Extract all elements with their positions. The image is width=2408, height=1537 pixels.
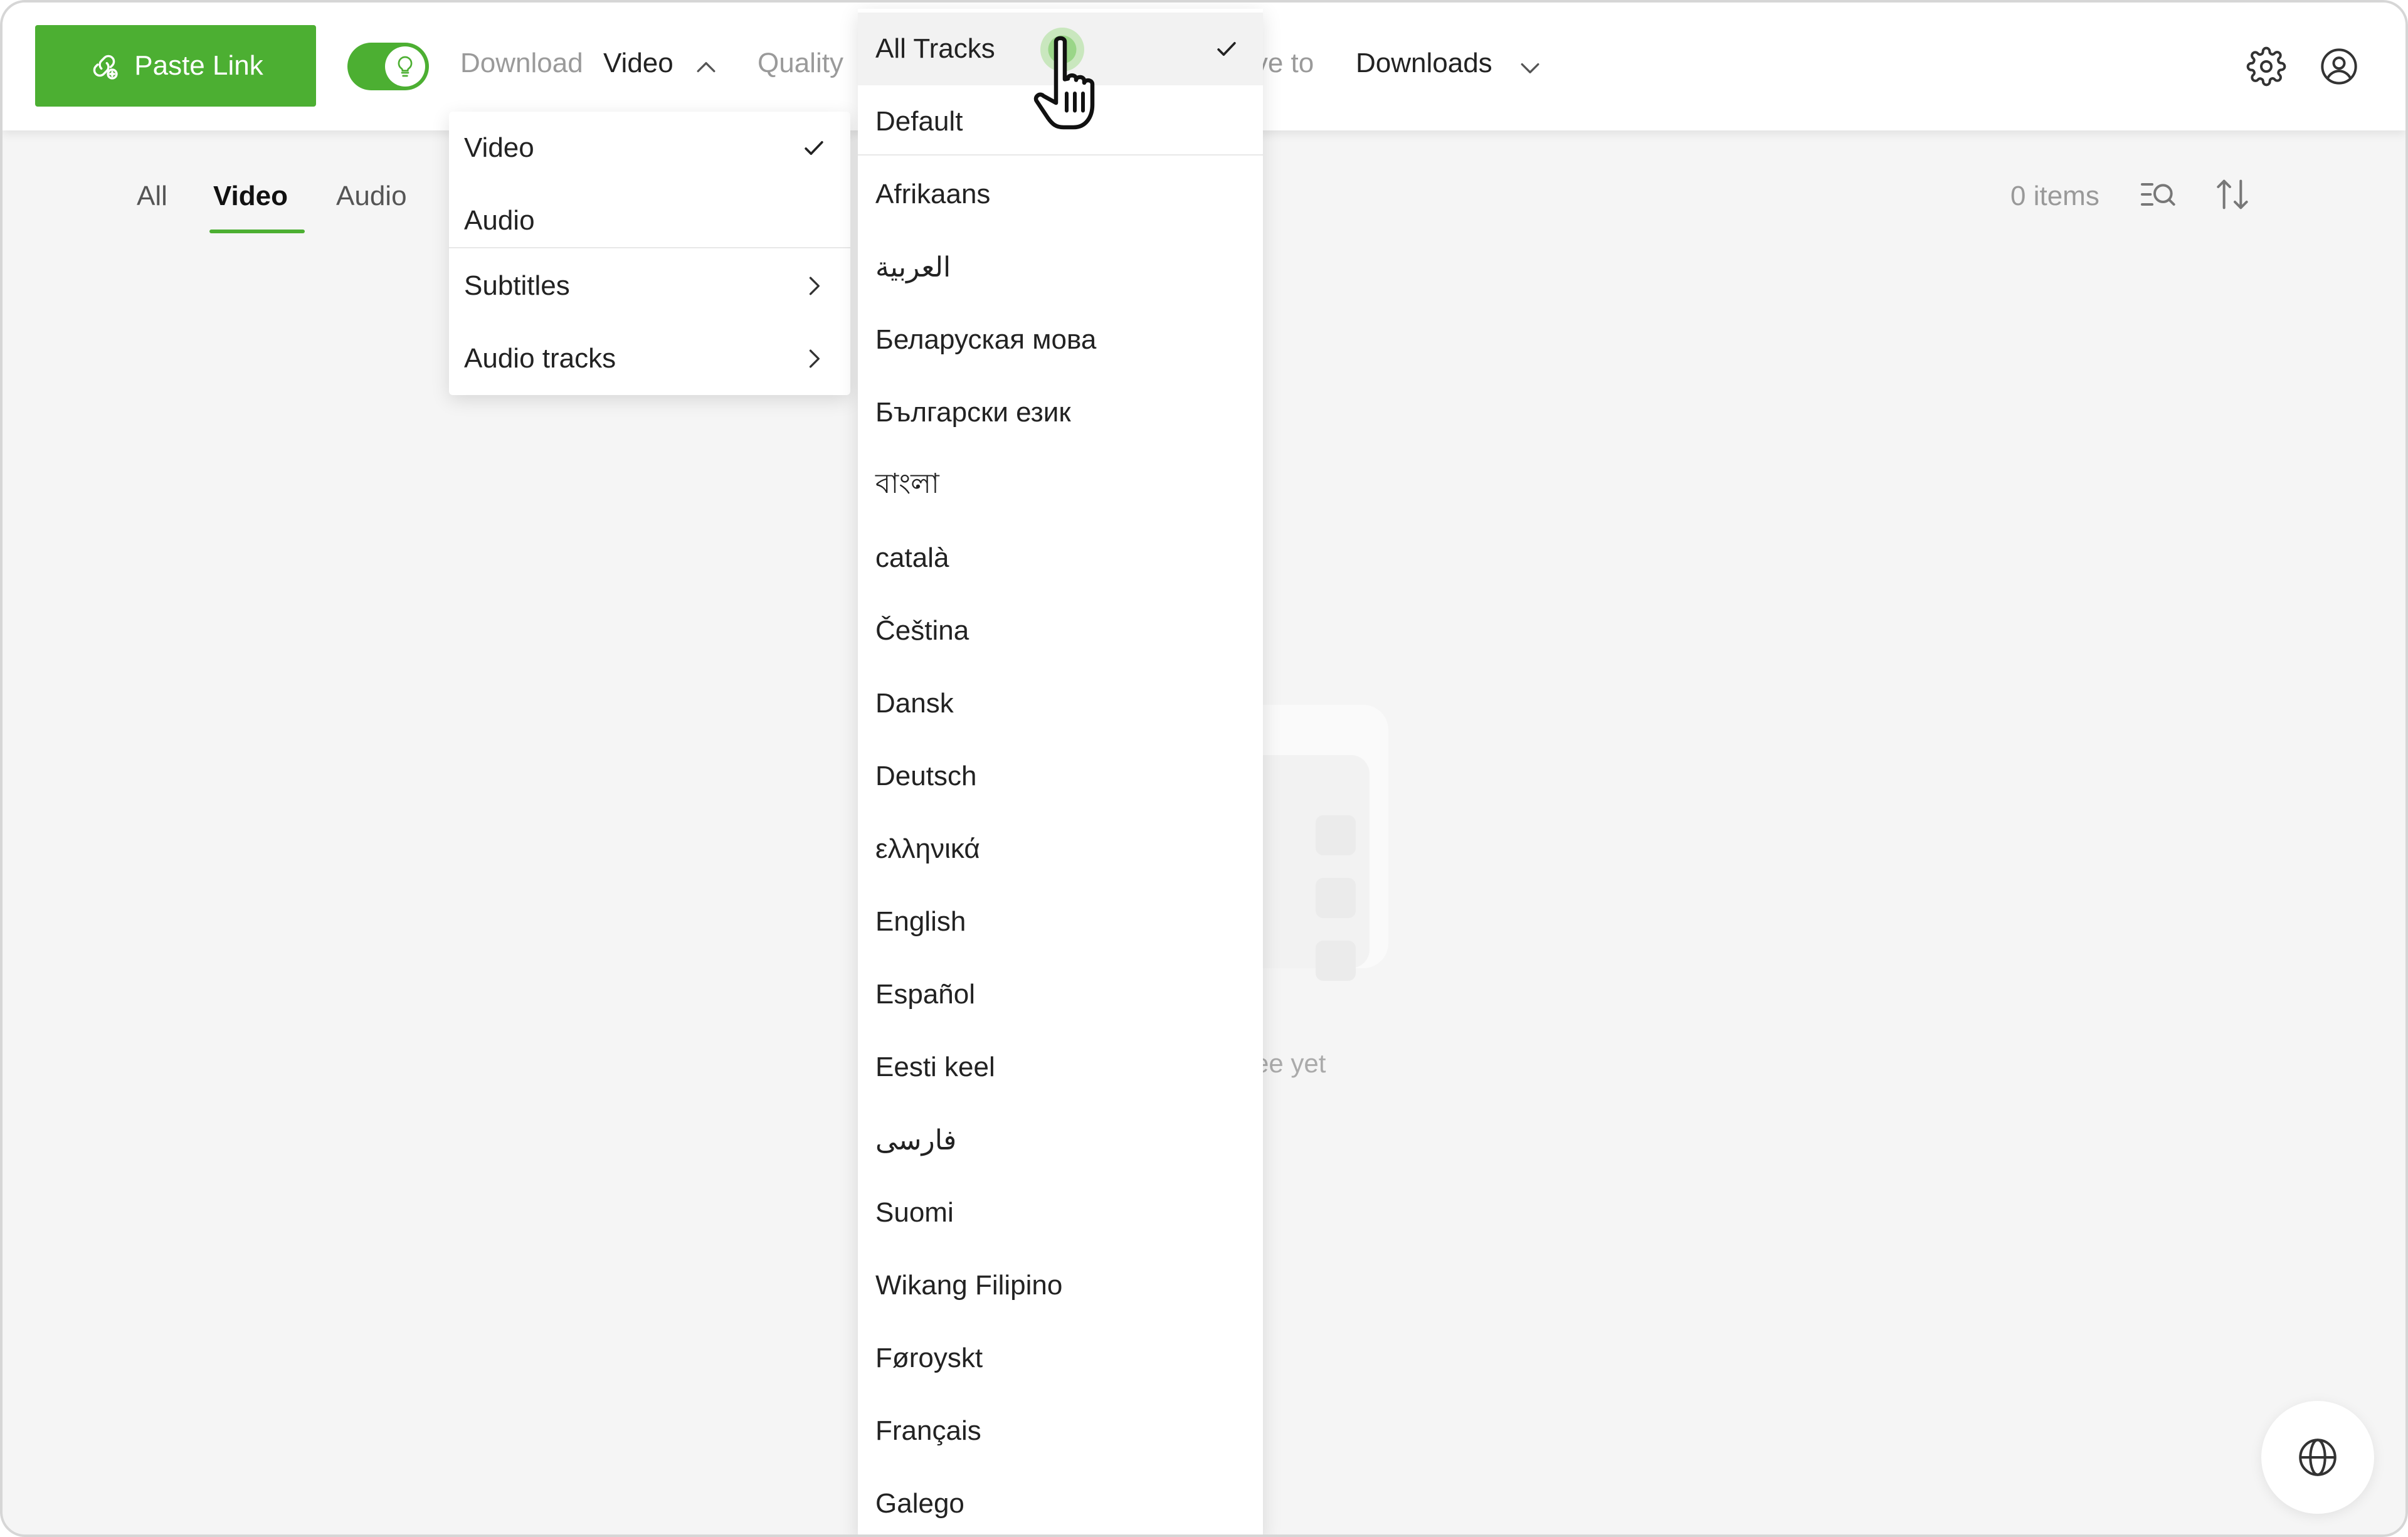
track-label: Wikang Filipino [875, 1270, 1063, 1301]
track-item[interactable]: Deutsch [858, 740, 1263, 813]
active-tab-indicator [209, 230, 305, 233]
smart-mode-toggle[interactable] [347, 43, 429, 90]
gear-icon[interactable] [2246, 46, 2286, 87]
track-item[interactable]: Dansk [858, 667, 1263, 740]
items-count: 0 items [2010, 181, 2099, 211]
track-item[interactable]: Français [858, 1395, 1263, 1467]
download-type-menu: Video Audio Subtitles Audio tracks [449, 112, 850, 395]
track-item[interactable]: Suomi [858, 1176, 1263, 1249]
film-hole [1316, 941, 1356, 981]
menu-item-label: Audio [464, 205, 535, 236]
menu-item-label: Subtitles [464, 270, 570, 301]
link-plus-icon [93, 55, 118, 80]
track-label: English [875, 906, 966, 937]
audio-tracks-menu: All Tracks Default Afrikaans العربية Бел… [858, 9, 1263, 1534]
download-selector[interactable]: Video [603, 48, 673, 79]
track-item[interactable]: Wikang Filipino [858, 1249, 1263, 1322]
track-label: Deutsch [875, 761, 977, 791]
film-hole [1316, 878, 1356, 918]
track-label: فارسی [875, 1124, 957, 1156]
track-label: বাংলা [875, 468, 939, 499]
globe-icon [2299, 1439, 2337, 1476]
tab-all[interactable]: All [137, 181, 167, 212]
chevron-down-icon[interactable] [1516, 54, 1544, 82]
track-label: Dansk [875, 688, 954, 719]
toggle-knob [385, 46, 425, 87]
download-label: Download [460, 48, 583, 78]
quality-label[interactable]: Quality [758, 48, 843, 79]
track-label: Eesti keel [875, 1052, 995, 1082]
track-item[interactable]: العربية [858, 231, 1263, 304]
track-item[interactable]: ελληνικά [858, 813, 1263, 885]
track-item[interactable]: Føroyskt [858, 1322, 1263, 1395]
account-icon[interactable] [2319, 46, 2359, 87]
chevron-right-icon [809, 277, 820, 295]
lightbulb-icon [398, 56, 413, 77]
chevron-up-icon[interactable] [692, 54, 720, 82]
track-label: Suomi [875, 1197, 954, 1228]
track-label: Español [875, 979, 976, 1010]
track-label: Afrikaans [875, 179, 991, 209]
track-item[interactable]: فارسی [858, 1104, 1263, 1176]
track-label: Български език [875, 397, 1071, 428]
menu-divider [449, 247, 850, 248]
track-item[interactable]: Galego [858, 1467, 1263, 1534]
track-label: Français [875, 1415, 981, 1446]
track-item[interactable]: Eesti keel [858, 1031, 1263, 1104]
menu-item-video[interactable]: Video [449, 112, 850, 184]
check-icon [1217, 42, 1236, 56]
paste-link-button[interactable]: Paste Link [35, 25, 316, 107]
track-label: Čeština [875, 615, 969, 646]
track-item[interactable]: Беларуская мова [858, 304, 1263, 376]
track-item[interactable]: Afrikaans [858, 158, 1263, 231]
menu-item-audio-tracks[interactable]: Audio tracks [449, 322, 850, 395]
tab-audio[interactable]: Audio [336, 181, 407, 212]
track-item[interactable]: Čeština [858, 594, 1263, 667]
search-list-icon[interactable] [2137, 174, 2177, 214]
track-item[interactable]: català [858, 522, 1263, 594]
sort-icon[interactable] [2212, 174, 2252, 214]
track-item[interactable]: English [858, 885, 1263, 958]
paste-link-label: Paste Link [134, 50, 263, 81]
track-label: Default [875, 106, 963, 137]
language-button[interactable] [2261, 1401, 2374, 1514]
menu-item-subtitles[interactable]: Subtitles [449, 250, 850, 322]
track-item[interactable]: Български език [858, 376, 1263, 449]
track-label: català [875, 542, 949, 573]
save-to-selector[interactable]: Downloads [1356, 48, 1492, 79]
track-label: العربية [875, 251, 951, 283]
track-item[interactable]: Español [858, 958, 1263, 1031]
hand-pointer-cursor-icon [1033, 28, 1095, 130]
chevron-right-icon [809, 349, 820, 368]
menu-item-label: Audio tracks [464, 343, 616, 374]
app-window: Paste Link Download Video Quality Save t… [0, 0, 2408, 1537]
film-hole [1316, 815, 1356, 855]
tab-video[interactable]: Video [213, 181, 288, 212]
track-label: Беларуская мова [875, 324, 1097, 355]
track-item[interactable]: বাংলা [858, 449, 1263, 522]
track-label: Galego [875, 1488, 964, 1519]
menu-item-label: Video [464, 132, 534, 163]
menu-item-audio[interactable]: Audio [449, 184, 850, 257]
track-label: ελληνικά [875, 833, 980, 864]
check-icon [805, 141, 823, 155]
empty-state-text: ee yet [1254, 1048, 1326, 1078]
track-label: Føroyskt [875, 1343, 983, 1373]
track-label: All Tracks [875, 33, 995, 64]
